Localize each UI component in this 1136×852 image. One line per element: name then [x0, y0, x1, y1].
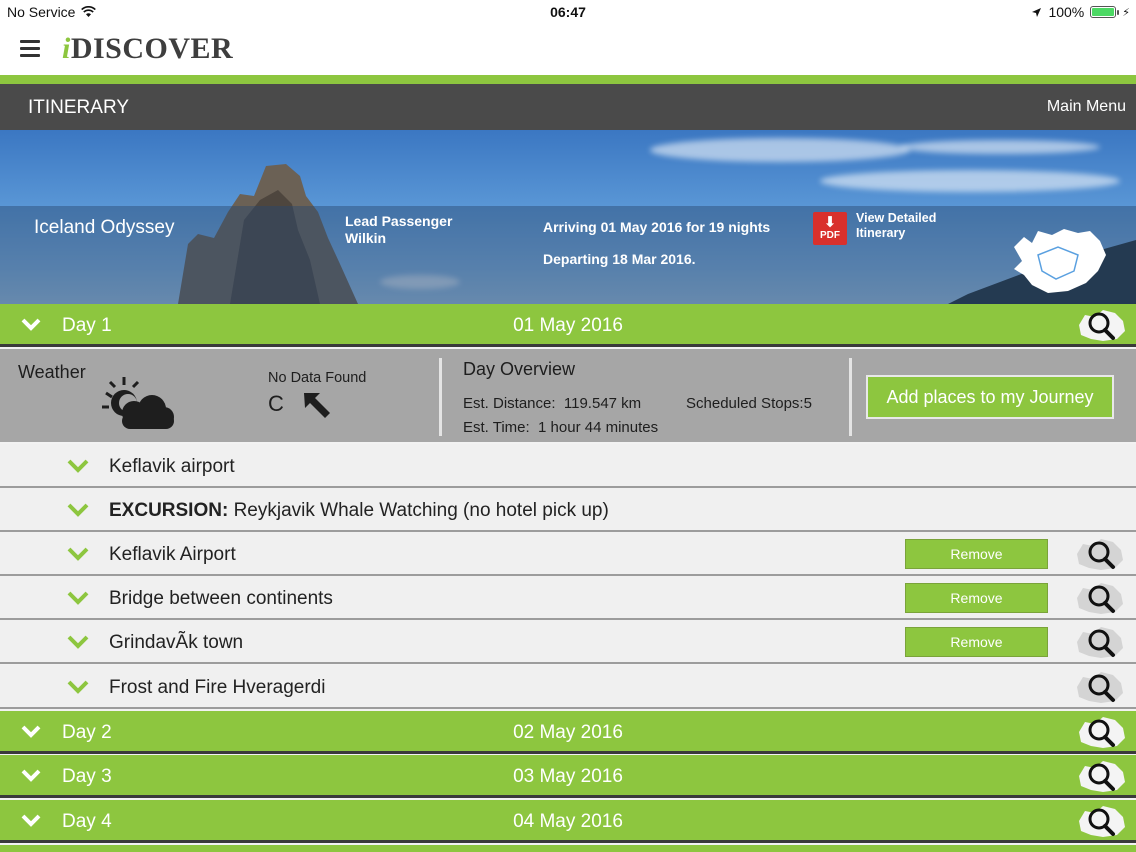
- partly-cloudy-icon: [102, 377, 174, 429]
- iceland-map-icon: [1014, 229, 1106, 293]
- search-map-icon[interactable]: [1075, 714, 1127, 750]
- search-map-icon[interactable]: [1075, 758, 1127, 794]
- stop-title: Bridge between continents: [109, 588, 333, 609]
- stop-row[interactable]: Bridge between continents Remove: [0, 576, 1136, 620]
- day-date: 04 May 2016: [513, 811, 623, 832]
- stop-name: GrindavÃk town: [109, 632, 243, 654]
- trip-banner: Iceland Odyssey Lead Passenger Wilkin Ar…: [0, 130, 1136, 304]
- chevron-down-icon[interactable]: [66, 588, 90, 608]
- stop-row[interactable]: Keflavik airport: [0, 444, 1136, 488]
- day-overview-title: Day Overview: [463, 359, 576, 379]
- pdf-download-icon[interactable]: PDF: [813, 212, 847, 245]
- scheduled-stops: Scheduled Stops:5: [686, 395, 812, 412]
- wind-direction-icon: [304, 393, 330, 418]
- departing-text: Departing 18 Mar 2016.: [543, 251, 696, 267]
- lead-passenger-name: Wilkin: [345, 230, 387, 246]
- day-date: 01 May 2016: [513, 315, 623, 336]
- day-date: 02 May 2016: [513, 722, 623, 743]
- remove-button[interactable]: Remove: [905, 539, 1048, 569]
- add-places-button[interactable]: Add places to my Journey: [866, 375, 1114, 419]
- status-time: 06:47: [550, 4, 586, 20]
- day-1-header[interactable]: Day 1 01 May 2016: [0, 304, 1136, 347]
- chevron-down-icon[interactable]: [66, 677, 90, 697]
- search-map-icon[interactable]: [1073, 580, 1125, 616]
- search-map-icon[interactable]: [1075, 803, 1127, 839]
- battery-icon: [1090, 6, 1120, 18]
- lead-passenger: Lead Passenger Wilkin: [345, 213, 452, 247]
- day-4-header[interactable]: Day 4 04 May 2016: [0, 800, 1136, 843]
- stop-row[interactable]: Keflavik Airport Remove: [0, 532, 1136, 576]
- remove-button[interactable]: Remove: [905, 583, 1048, 613]
- chevron-down-icon[interactable]: [66, 544, 90, 564]
- stop-title: Frost and Fire Hveragerdi: [109, 677, 326, 698]
- title-bar: ITINERARY Main Menu: [0, 84, 1136, 130]
- trip-name: Iceland Odyssey: [34, 217, 175, 238]
- divider: [849, 358, 852, 436]
- stop-prefix: EXCURSION:: [109, 500, 229, 521]
- page-title: ITINERARY: [28, 97, 130, 118]
- search-map-icon[interactable]: [1073, 536, 1125, 572]
- charging-icon: ⚡: [1122, 6, 1130, 19]
- status-bar: No Service 06:47 100% ⚡: [0, 0, 1136, 24]
- app-bar: iDISCOVER: [0, 24, 1136, 75]
- day-date: 03 May 2016: [513, 766, 623, 787]
- divider: [439, 358, 442, 436]
- stop-title: Keflavik airport: [109, 456, 235, 477]
- weather-no-data: No Data Found: [268, 370, 367, 386]
- location-icon: [1032, 7, 1042, 17]
- weather-label: Weather: [18, 362, 86, 382]
- stop-name: Frost and Fire Hveragerdi: [109, 677, 325, 699]
- next-day-header[interactable]: [0, 845, 1136, 852]
- stop-name: EXCURSION: Reykjavik Whale Watching (no …: [109, 500, 609, 522]
- stop-name: Bridge between continents: [109, 588, 333, 610]
- stop-name: Keflavik airport: [109, 456, 235, 478]
- view-detailed-itinerary-link[interactable]: View Detailed Itinerary: [856, 211, 936, 241]
- accent-divider: [0, 75, 1136, 84]
- est-time: Est. Time: 1 hour 44 minutes: [463, 419, 659, 436]
- battery-percent: 100%: [1048, 4, 1085, 20]
- stop-title: Reykjavik Whale Watching (no hotel pick …: [228, 500, 609, 521]
- search-map-icon[interactable]: [1073, 624, 1125, 660]
- est-distance: Est. Distance: 119.547 km: [463, 395, 642, 412]
- temperature-unit: C: [268, 391, 284, 416]
- idiscover-logo: iDISCOVER: [62, 32, 234, 65]
- stop-row[interactable]: GrindavÃk town Remove: [0, 620, 1136, 664]
- chevron-down-icon[interactable]: [66, 456, 90, 476]
- day-overview-panel: Weather No Data Found C Day Overview Est…: [0, 349, 1136, 442]
- lead-passenger-label: Lead Passenger: [345, 213, 453, 229]
- stop-title: Keflavik Airport: [109, 544, 236, 565]
- stop-name: Keflavik Airport: [109, 544, 236, 566]
- search-map-icon[interactable]: [1073, 669, 1125, 705]
- search-map-icon[interactable]: [1075, 307, 1127, 343]
- remove-button[interactable]: Remove: [905, 627, 1048, 657]
- chevron-down-icon[interactable]: [66, 500, 90, 520]
- day-3-header[interactable]: Day 3 03 May 2016: [0, 755, 1136, 798]
- main-menu-link[interactable]: Main Menu: [1047, 98, 1126, 116]
- stop-row[interactable]: Frost and Fire Hveragerdi: [0, 665, 1136, 709]
- chevron-down-icon[interactable]: [66, 632, 90, 652]
- arriving-text: Arriving 01 May 2016 for 19 nights: [543, 219, 771, 235]
- status-right: 100% ⚡: [1031, 4, 1130, 20]
- stop-row[interactable]: EXCURSION: Reykjavik Whale Watching (no …: [0, 488, 1136, 532]
- day-2-header[interactable]: Day 2 02 May 2016: [0, 711, 1136, 754]
- hamburger-menu-icon[interactable]: [20, 40, 40, 58]
- stop-title: GrindavÃk town: [109, 632, 244, 653]
